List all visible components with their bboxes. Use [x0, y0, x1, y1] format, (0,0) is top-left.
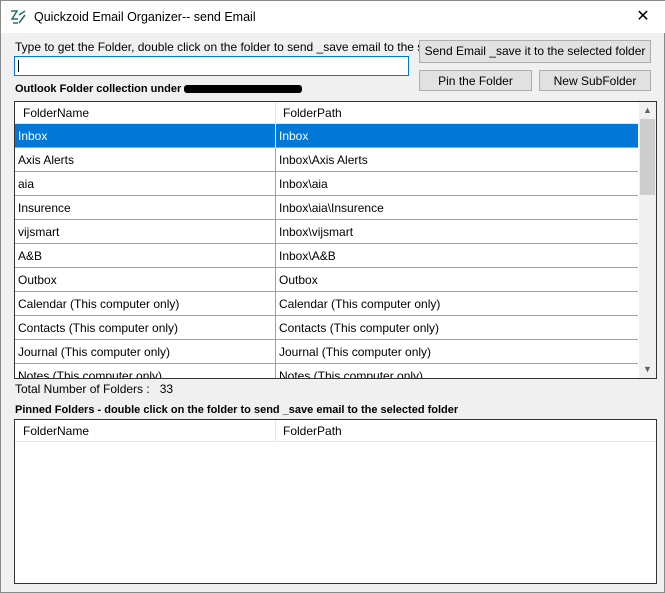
- folder-name: A&B: [18, 249, 43, 263]
- window-title: Quickzoid Email Organizer-- send Email: [34, 10, 256, 24]
- folder-name: Contacts (This computer only): [18, 321, 179, 335]
- send-save-button[interactable]: Send Email _save it to the selected fold…: [419, 40, 651, 63]
- table-row[interactable]: Insurence Inbox\aia\Insurence: [15, 196, 638, 220]
- folder-path: Inbox\A&B: [279, 249, 336, 263]
- total-label: Total Number of Folders :: [15, 382, 150, 396]
- folder-name: aia: [18, 177, 35, 191]
- folder-path: Outbox: [279, 273, 318, 287]
- table-row[interactable]: aia Inbox\aia: [15, 172, 638, 196]
- table-row[interactable]: A&B Inbox\A&B: [15, 244, 638, 268]
- folder-path: Notes (This computer only): [279, 369, 424, 379]
- pinned-label: Pinned Folders - double click on the fol…: [15, 404, 459, 416]
- folders-label: Outlook Folder collection under: [15, 83, 303, 95]
- table-row[interactable]: Contacts (This computer only) Contacts (T…: [15, 316, 638, 340]
- folder-path: Calendar (This computer only): [279, 297, 441, 311]
- scroll-thumb[interactable]: [640, 119, 655, 195]
- new-subfolder-button[interactable]: New SubFolder: [539, 70, 651, 91]
- total-folders: Total Number of Folders : 33: [15, 382, 173, 396]
- search-label: Type to get the Folder, double click on …: [15, 40, 419, 54]
- folders-grid[interactable]: FolderName FolderPath Inbox Inbox Axis Ale…: [14, 101, 657, 379]
- folder-name: Notes (This computer only): [18, 369, 163, 379]
- col-foldername[interactable]: FolderName: [23, 106, 89, 120]
- table-row[interactable]: Axis Alerts Inbox\Axis Alerts: [15, 148, 638, 172]
- folder-name: Journal (This computer only): [18, 345, 171, 359]
- table-row[interactable]: Notes (This computer only) Notes (This co…: [15, 364, 638, 379]
- redacted-email: [184, 85, 303, 94]
- pinned-col-folderpath[interactable]: FolderPath: [283, 424, 342, 438]
- col-folderpath[interactable]: FolderPath: [283, 106, 342, 120]
- title-bar: Quickzoid Email Organizer-- send Email ✕: [1, 1, 665, 33]
- pin-folder-button[interactable]: Pin the Folder: [419, 70, 532, 91]
- table-row[interactable]: Journal (This computer only) Journal (Thi…: [15, 340, 638, 364]
- table-row[interactable]: vijsmart Inbox\vijsmart: [15, 220, 638, 244]
- folder-path: Contacts (This computer only): [279, 321, 440, 335]
- vertical-scrollbar[interactable]: ▲ ▼: [639, 102, 656, 378]
- folder-name: Insurence: [18, 201, 71, 215]
- grid-header: FolderName FolderPath: [15, 102, 656, 124]
- folder-name: Axis Alerts: [18, 153, 75, 167]
- folder-name: vijsmart: [18, 225, 60, 239]
- table-row[interactable]: Outbox Outbox: [15, 268, 638, 292]
- folder-name: Outbox: [18, 273, 57, 287]
- folder-path: Journal (This computer only): [279, 345, 432, 359]
- scroll-down-icon[interactable]: ▼: [639, 361, 656, 378]
- table-row[interactable]: Calendar (This computer only) Calendar (T…: [15, 292, 638, 316]
- folder-path: Inbox: [279, 129, 309, 143]
- total-count: 33: [159, 382, 174, 396]
- folder-name: Inbox: [18, 129, 48, 143]
- app-icon: [10, 10, 26, 24]
- pinned-col-foldername[interactable]: FolderName: [23, 424, 89, 438]
- folder-path: Inbox\aia\Insurence: [279, 201, 384, 215]
- folders-label-text: Outlook Folder collection under: [15, 83, 182, 95]
- folder-name: Calendar (This computer only): [18, 297, 180, 311]
- folder-search-input[interactable]: [14, 56, 409, 76]
- pinned-grid[interactable]: FolderName FolderPath: [14, 419, 657, 584]
- pinned-grid-header: FolderName FolderPath: [15, 420, 656, 442]
- folder-path: Inbox\vijsmart: [279, 225, 354, 239]
- table-row[interactable]: Inbox Inbox: [15, 124, 638, 148]
- close-icon[interactable]: ✕: [620, 1, 665, 33]
- folder-path: Inbox\aia: [279, 177, 328, 191]
- scroll-up-icon[interactable]: ▲: [639, 102, 656, 119]
- folder-path: Inbox\Axis Alerts: [279, 153, 368, 167]
